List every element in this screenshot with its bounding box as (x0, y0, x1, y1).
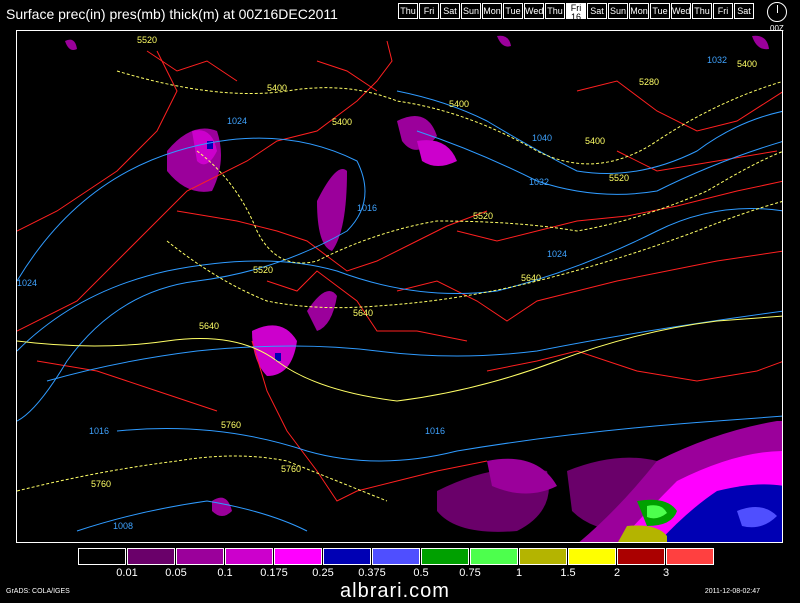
colorbar-tick-label: 2 (613, 567, 621, 579)
day-date: 16 (570, 12, 581, 22)
day-button-13[interactable]: Wed (671, 3, 691, 19)
precip-areas (65, 35, 782, 542)
thickness-labels: 5520 5400 5400 5400 5280 5400 5400 5520 … (91, 35, 757, 489)
day-label: Sat (443, 6, 457, 16)
day-button-11[interactable]: Mon (629, 3, 649, 19)
colorbar-tick-label: 0.75 (459, 567, 481, 579)
thickness-label: 5400 (332, 117, 352, 127)
colorbar-swatch (568, 548, 616, 565)
thickness-label: 5640 (353, 308, 373, 318)
thickness-label: 5400 (585, 136, 605, 146)
map-canvas: 1024 1040 1032 1016 1024 1024 1016 1016 … (17, 35, 782, 542)
precip-colorbar (78, 548, 715, 565)
day-label: Sun (609, 6, 626, 16)
day-button-16[interactable]: Sat (734, 3, 754, 19)
thickness-label: 5520 (609, 173, 629, 183)
day-label: Wed (672, 6, 691, 16)
isobar-label: 1032 (529, 177, 549, 187)
coastlines (17, 40, 782, 502)
day-button-12[interactable]: Tue (650, 3, 670, 19)
isobar-label: 1032 (707, 55, 727, 65)
colorbar-swatch (470, 548, 518, 565)
thickness-label: 5520 (253, 265, 273, 275)
day-button-2[interactable]: Sat (440, 3, 460, 19)
isobar-label: 1016 (425, 426, 445, 436)
timestamp: 2011-12-08-02:47 (704, 588, 760, 595)
clock-icon (767, 2, 787, 22)
day-label: Thu (694, 6, 710, 16)
colorbar-swatch (421, 548, 469, 565)
thickness-label: 5280 (639, 77, 659, 87)
day-button-8[interactable]: Fri 16 (566, 3, 586, 22)
colorbar-swatch (617, 548, 665, 565)
day-label: Fri (423, 6, 435, 16)
thickness-label: 5400 (737, 59, 757, 69)
colorbar-swatch (323, 548, 371, 565)
colorbar-tick-label: 0.375 (358, 567, 386, 579)
day-button-3[interactable]: Sun (461, 3, 481, 19)
day-button-7[interactable]: Thu (545, 3, 565, 19)
day-label: Thu (400, 6, 416, 16)
colorbar-swatch (372, 548, 420, 565)
day-label: Thu (547, 6, 563, 16)
thickness-5640-line (17, 315, 782, 402)
colorbar-tick-label: 0.5 (413, 567, 429, 579)
colorbar-swatch (78, 548, 126, 565)
colorbar-swatch (176, 548, 224, 565)
day-button-14[interactable]: Thu (692, 3, 712, 19)
thickness-label: 5760 (281, 464, 301, 474)
day-label: Sat (737, 6, 751, 16)
colorbar-tick-label: 0.1 (217, 567, 233, 579)
isobar-label: 1016 (357, 203, 377, 213)
isobar-label: 1024 (227, 116, 247, 126)
thickness-label: 5640 (199, 321, 219, 331)
day-button-5[interactable]: Tue (503, 3, 523, 19)
grads-credit: GrADS: COLA/IGES (6, 588, 70, 595)
day-label: Mon (483, 6, 501, 16)
isobar-label: 1024 (547, 249, 567, 259)
weather-map: 1024 1040 1032 1016 1024 1024 1016 1016 … (16, 30, 783, 543)
colorbar-swatch (519, 548, 567, 565)
day-label: Wed (525, 6, 544, 16)
thickness-label: 5400 (449, 99, 469, 109)
colorbar-tick-label: 1 (515, 567, 523, 579)
isobar-label: 1008 (113, 521, 133, 531)
day-button-4[interactable]: Mon (482, 3, 502, 19)
colorbar-swatch (666, 548, 714, 565)
day-label: Sun (462, 6, 479, 16)
colorbar-tick-label: 1.5 (560, 567, 576, 579)
thickness-label: 5760 (91, 479, 111, 489)
colorbar-tick-label: 0.01 (116, 567, 138, 579)
day-button-15[interactable]: Fri (713, 3, 733, 19)
day-button-10[interactable]: Sun (608, 3, 628, 19)
thickness-lines (17, 70, 782, 502)
thickness-label: 5760 (221, 420, 241, 430)
day-button-1[interactable]: Fri (419, 3, 439, 19)
colorbar-tick-label: 0.05 (165, 567, 187, 579)
day-label: Tue (505, 6, 521, 16)
day-selector: Thu Fri Sat Sun Mon Tue Wed Thu Fri 16 Sat Sun Mon Tu… (398, 3, 755, 22)
isobar-label: 1040 (532, 133, 552, 143)
day-label: Fri (717, 6, 729, 16)
colorbar-tick-label: 0.25 (312, 567, 334, 579)
thickness-label: 5400 (267, 83, 287, 93)
day-button-9[interactable]: Sat (587, 3, 607, 19)
colorbar-ticks: 0.01 0.05 0.1 0.175 0.25 0.375 0.5 0.75 1 1.5 2 3 (78, 567, 728, 581)
day-button-6[interactable]: Wed (524, 3, 544, 19)
map-title: Surface prec(in) pres(mb) thick(m) at 00… (6, 6, 338, 22)
day-label: Tue (652, 6, 668, 16)
isobar-label: 1016 (89, 426, 109, 436)
colorbar-tick-label: 0.175 (260, 567, 288, 579)
day-label: Sat (590, 6, 604, 16)
colorbar-tick-label: 3 (662, 567, 670, 579)
isobar-label: 1024 (17, 278, 37, 288)
colorbar-swatch (274, 548, 322, 565)
day-button-0[interactable]: Thu (398, 3, 418, 19)
thickness-label: 5640 (521, 273, 541, 283)
colorbar-swatch (127, 548, 175, 565)
colorbar-swatch (225, 548, 273, 565)
day-label: Mon (630, 6, 648, 16)
thickness-label: 5520 (473, 211, 493, 221)
thickness-label: 5520 (137, 35, 157, 45)
